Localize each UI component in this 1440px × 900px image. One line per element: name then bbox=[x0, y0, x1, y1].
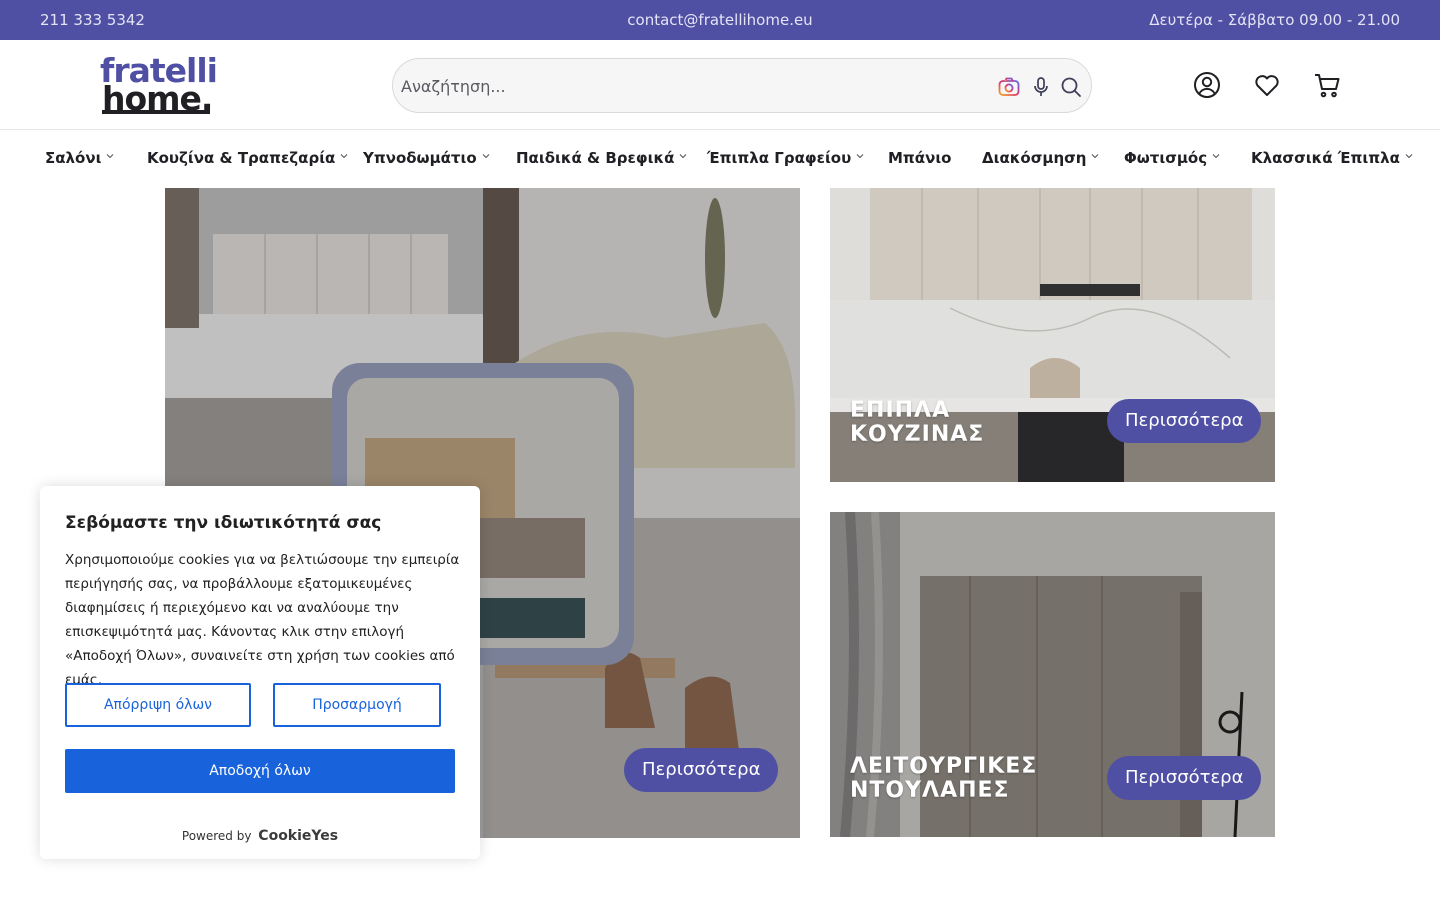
nav-item-bedroom[interactable]: Υπνοδωμάτιο bbox=[363, 149, 490, 171]
nav-item-decoration[interactable]: Διακόσμηση bbox=[982, 149, 1099, 171]
site-header: fratelli home. bbox=[0, 40, 1440, 130]
nav-item-kids-baby[interactable]: Παιδικά & Βρεφικά bbox=[516, 149, 687, 171]
kitchen-category-tile[interactable]: ΕΠΙΠΛΑ ΚΟΥΖΙΝΑΣ Περισσότερα bbox=[830, 188, 1275, 482]
opening-hours: Δευτέρα - Σάββατο 09.00 - 21.00 bbox=[1149, 11, 1400, 29]
cookie-title: Σεβόμαστε την ιδιωτικότητά σας bbox=[65, 513, 382, 533]
wardrobe-tile-title: ΛΕΙΤΟΥΡΓΙΚΕΣ ΝΤΟΥΛΑΠΕΣ bbox=[850, 755, 1037, 803]
nav-item-bathroom[interactable]: Μπάνιο bbox=[888, 149, 951, 171]
nav-item-label: Υπνοδωμάτιο bbox=[363, 149, 477, 167]
microphone-icon[interactable] bbox=[1029, 75, 1053, 99]
customize-button[interactable]: Προσαρμογή bbox=[273, 683, 441, 727]
nav-item-kitchen-dining[interactable]: Κουζίνα & Τραπεζαρία bbox=[147, 149, 348, 171]
nav-item-label: Σαλόνι bbox=[45, 149, 102, 167]
nav-item-lighting[interactable]: Φωτισμός bbox=[1124, 149, 1220, 171]
wardrobe-more-button[interactable]: Περισσότερα bbox=[1107, 756, 1262, 800]
top-info-bar: contact@fratellihome.eu 211 333 5342 Δευ… bbox=[0, 0, 1440, 40]
cookie-description: Χρησιμοποιούμε cookies για να βελτιώσουμ… bbox=[65, 552, 460, 688]
cart-icon[interactable] bbox=[1312, 70, 1342, 100]
kitchen-tile-title: ΕΠΙΠΛΑ ΚΟΥΖΙΝΑΣ bbox=[850, 399, 984, 447]
chevron-down-icon bbox=[856, 154, 864, 159]
kitchen-title-line2: ΚΟΥΖΙΝΑΣ bbox=[850, 422, 985, 447]
cookie-consent-banner: Σεβόμαστε την ιδιωτικότητά σας Χρησιμοπο… bbox=[40, 486, 480, 859]
search-input[interactable] bbox=[401, 67, 981, 105]
nav-item-label: Φωτισμός bbox=[1124, 149, 1208, 167]
account-icon[interactable] bbox=[1192, 70, 1222, 100]
powered-by-cookieyes[interactable]: Powered by CookieYes bbox=[40, 828, 480, 844]
camera-icon[interactable] bbox=[997, 75, 1021, 99]
nav-item-office-furniture[interactable]: Έπιπλα Γραφείου bbox=[707, 149, 864, 171]
contact-phone[interactable]: 211 333 5342 bbox=[40, 11, 145, 29]
nav-item-living-room[interactable]: Σαλόνι bbox=[45, 149, 114, 171]
chevron-down-icon bbox=[340, 154, 348, 159]
chevron-down-icon bbox=[482, 154, 490, 159]
wardrobe-title-line1: ΛΕΙΤΟΥΡΓΙΚΕΣ bbox=[850, 754, 1038, 779]
nav-item-classic-furniture[interactable]: Κλασσικά Έπιπλα bbox=[1251, 149, 1413, 171]
kitchen-title-line1: ΕΠΙΠΛΑ bbox=[850, 398, 951, 423]
chevron-down-icon bbox=[107, 154, 114, 159]
nav-item-label: Κλασσικά Έπιπλα bbox=[1251, 149, 1400, 167]
chevron-down-icon bbox=[680, 154, 687, 159]
site-logo[interactable]: fratelli home. bbox=[100, 54, 220, 116]
nav-item-label: Έπιπλα Γραφείου bbox=[707, 149, 852, 167]
nav-item-label: Παιδικά & Βρεφικά bbox=[516, 149, 675, 167]
search-icon[interactable] bbox=[1059, 75, 1083, 99]
nav-item-label: Μπάνιο bbox=[888, 149, 952, 167]
chevron-down-icon bbox=[1405, 154, 1413, 159]
wardrobe-title-line2: ΝΤΟΥΛΑΠΕΣ bbox=[850, 778, 1010, 803]
heart-icon[interactable] bbox=[1252, 70, 1282, 100]
left-tile-more-button[interactable]: Περισσότερα bbox=[624, 748, 779, 792]
main-navigation: Σαλόνι Κουζίνα & Τραπεζαρία Υπνοδωμάτιο … bbox=[0, 131, 1440, 188]
kitchen-more-button[interactable]: Περισσότερα bbox=[1107, 399, 1262, 443]
logo-underline bbox=[102, 110, 210, 114]
accept-all-button[interactable]: Αποδοχή όλων bbox=[65, 749, 455, 793]
cookieyes-logo: CookieYes bbox=[258, 828, 339, 844]
wardrobe-category-tile[interactable]: ΛΕΙΤΟΥΡΓΙΚΕΣ ΝΤΟΥΛΑΠΕΣ Περισσότερα bbox=[830, 512, 1275, 837]
nav-item-label: Διακόσμηση bbox=[982, 149, 1087, 167]
reject-all-button[interactable]: Απόρριψη όλων bbox=[65, 683, 251, 727]
chevron-down-icon bbox=[1092, 154, 1099, 159]
powered-by-text: Powered by bbox=[181, 829, 252, 843]
search-bar bbox=[392, 58, 1092, 113]
chevron-down-icon bbox=[1212, 154, 1220, 159]
nav-item-label: Κουζίνα & Τραπεζαρία bbox=[147, 149, 336, 167]
